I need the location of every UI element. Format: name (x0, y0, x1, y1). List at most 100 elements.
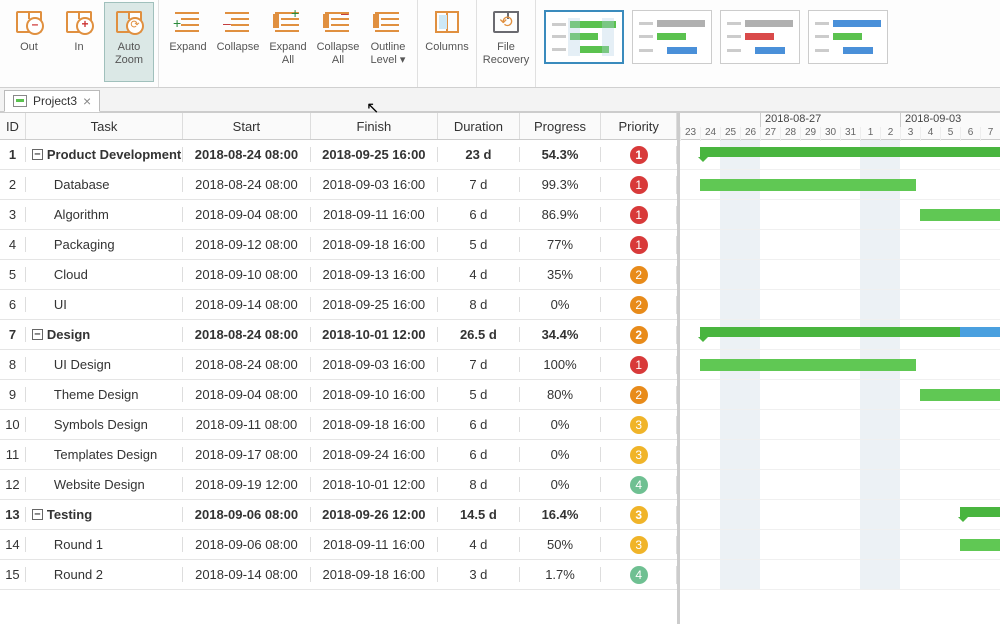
table-row[interactable]: 2Database2018-08-24 08:002018-09-03 16:0… (0, 170, 677, 200)
collapse-toggle[interactable]: – (32, 509, 43, 520)
summary-bar[interactable] (960, 507, 1000, 517)
cell-progress[interactable]: 35% (520, 267, 602, 282)
cell-duration[interactable]: 6 d (438, 207, 520, 222)
gantt-row[interactable] (680, 200, 1000, 230)
cell-priority[interactable]: 4 (601, 476, 677, 494)
cell-finish[interactable]: 2018-09-13 16:00 (311, 267, 438, 282)
col-progress[interactable]: Progress (520, 113, 602, 139)
cell-duration[interactable]: 5 d (438, 237, 520, 252)
cell-progress[interactable]: 1.7% (520, 567, 602, 582)
style-preset-3[interactable] (720, 10, 800, 64)
cell-progress[interactable]: 50% (520, 537, 602, 552)
cell-task[interactable]: Algorithm (26, 207, 183, 222)
cell-progress[interactable]: 0% (520, 477, 602, 492)
cell-finish[interactable]: 2018-09-18 16:00 (311, 417, 438, 432)
task-bar[interactable] (700, 179, 916, 191)
table-row[interactable]: 3Algorithm2018-09-04 08:002018-09-11 16:… (0, 200, 677, 230)
cell-task[interactable]: Templates Design (26, 447, 183, 462)
col-task[interactable]: Task (26, 113, 183, 139)
gantt-row[interactable] (680, 440, 1000, 470)
cell-start[interactable]: 2018-08-24 08:00 (183, 147, 310, 162)
gantt-row[interactable] (680, 320, 1000, 350)
cell-task[interactable]: Round 2 (26, 567, 183, 582)
col-finish[interactable]: Finish (311, 113, 438, 139)
summary-bar[interactable] (700, 327, 1000, 337)
cell-finish[interactable]: 2018-09-10 16:00 (311, 387, 438, 402)
expand-button[interactable]: + Expand (163, 2, 213, 82)
cell-start[interactable]: 2018-08-24 08:00 (183, 357, 310, 372)
cell-progress[interactable]: 34.4% (520, 327, 602, 342)
table-row[interactable]: 9Theme Design2018-09-04 08:002018-09-10 … (0, 380, 677, 410)
cell-progress[interactable]: 54.3% (520, 147, 602, 162)
task-bar[interactable] (700, 359, 916, 371)
gantt-row[interactable] (680, 290, 1000, 320)
cell-task[interactable]: Packaging (26, 237, 183, 252)
table-row[interactable]: 1 –Product Development2018-08-24 08:00201… (0, 140, 677, 170)
cell-task[interactable]: Theme Design (26, 387, 183, 402)
cell-priority[interactable]: 1 (601, 176, 677, 194)
cell-task[interactable]: Round 1 (26, 537, 183, 552)
cell-progress[interactable]: 16.4% (520, 507, 602, 522)
cell-priority[interactable]: 1 (601, 146, 677, 164)
tab-close-button[interactable]: × (83, 94, 91, 108)
cell-duration[interactable]: 5 d (438, 387, 520, 402)
table-row[interactable]: 4Packaging2018-09-12 08:002018-09-18 16:… (0, 230, 677, 260)
gantt-row[interactable] (680, 140, 1000, 170)
file-recovery-button[interactable]: File Recovery (481, 2, 531, 82)
gantt-row[interactable] (680, 170, 1000, 200)
cell-finish[interactable]: 2018-09-18 16:00 (311, 567, 438, 582)
cell-duration[interactable]: 26.5 d (438, 327, 520, 342)
cell-priority[interactable]: 4 (601, 566, 677, 584)
cell-progress[interactable]: 0% (520, 417, 602, 432)
col-id[interactable]: ID (0, 113, 26, 139)
cell-duration[interactable]: 6 d (438, 417, 520, 432)
cell-start[interactable]: 2018-09-17 08:00 (183, 447, 310, 462)
table-row[interactable]: 10Symbols Design2018-09-11 08:002018-09-… (0, 410, 677, 440)
gantt-row[interactable] (680, 260, 1000, 290)
cell-finish[interactable]: 2018-09-26 12:00 (311, 507, 438, 522)
table-row[interactable]: 12Website Design2018-09-19 12:002018-10-… (0, 470, 677, 500)
table-row[interactable]: 8UI Design2018-08-24 08:002018-09-03 16:… (0, 350, 677, 380)
outline-level-button[interactable]: Outline Level ▾ (363, 2, 413, 82)
cell-task[interactable]: –Product Development (26, 147, 183, 162)
collapse-toggle[interactable]: – (32, 329, 43, 340)
gantt-row[interactable] (680, 560, 1000, 590)
zoom-out-button[interactable]: Out (4, 2, 54, 82)
cell-finish[interactable]: 2018-09-25 16:00 (311, 147, 438, 162)
cell-priority[interactable]: 2 (601, 386, 677, 404)
style-preset-2[interactable] (632, 10, 712, 64)
cell-finish[interactable]: 2018-09-03 16:00 (311, 357, 438, 372)
cell-start[interactable]: 2018-09-04 08:00 (183, 387, 310, 402)
task-bar[interactable] (920, 389, 1000, 401)
cell-start[interactable]: 2018-09-12 08:00 (183, 237, 310, 252)
cell-finish[interactable]: 2018-09-18 16:00 (311, 237, 438, 252)
gantt-row[interactable] (680, 500, 1000, 530)
collapse-button[interactable]: – Collapse (213, 2, 263, 82)
cell-duration[interactable]: 23 d (438, 147, 520, 162)
cell-task[interactable]: UI (26, 297, 183, 312)
cell-progress[interactable]: 80% (520, 387, 602, 402)
cell-priority[interactable]: 1 (601, 356, 677, 374)
gantt-row[interactable] (680, 350, 1000, 380)
cell-priority[interactable]: 3 (601, 536, 677, 554)
columns-button[interactable]: Columns (422, 2, 472, 82)
cell-start[interactable]: 2018-09-11 08:00 (183, 417, 310, 432)
table-row[interactable]: 5Cloud2018-09-10 08:002018-09-13 16:004 … (0, 260, 677, 290)
cell-finish[interactable]: 2018-09-11 16:00 (311, 207, 438, 222)
cell-priority[interactable]: 2 (601, 266, 677, 284)
cell-start[interactable]: 2018-08-24 08:00 (183, 327, 310, 342)
cell-priority[interactable]: 3 (601, 506, 677, 524)
cell-start[interactable]: 2018-08-24 08:00 (183, 177, 310, 192)
cell-finish[interactable]: 2018-10-01 12:00 (311, 477, 438, 492)
cell-duration[interactable]: 7 d (438, 357, 520, 372)
gantt-row[interactable] (680, 230, 1000, 260)
cell-start[interactable]: 2018-09-19 12:00 (183, 477, 310, 492)
task-bar[interactable] (960, 539, 1000, 551)
cell-priority[interactable]: 2 (601, 326, 677, 344)
cell-duration[interactable]: 8 d (438, 477, 520, 492)
table-row[interactable]: 11Templates Design2018-09-17 08:002018-0… (0, 440, 677, 470)
cell-start[interactable]: 2018-09-04 08:00 (183, 207, 310, 222)
cell-priority[interactable]: 3 (601, 446, 677, 464)
cell-task[interactable]: –Testing (26, 507, 183, 522)
col-start[interactable]: Start (183, 113, 310, 139)
